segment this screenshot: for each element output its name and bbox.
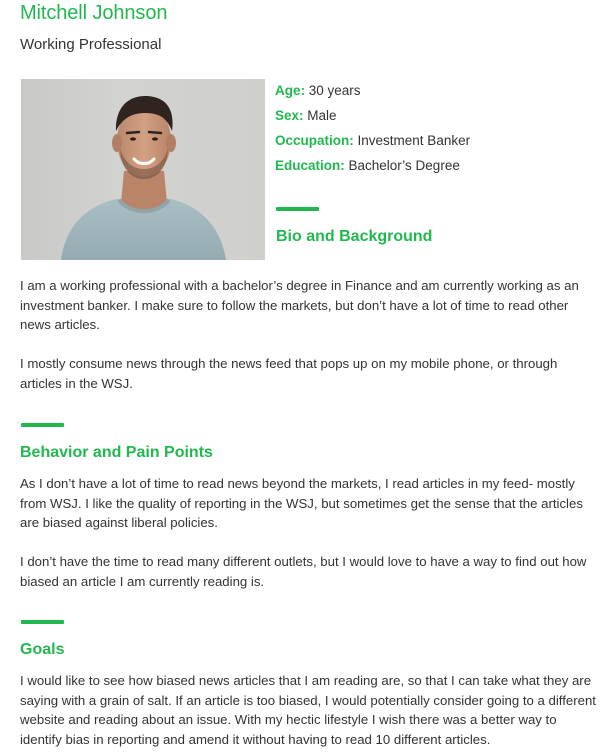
persona-facts: Age: 30 years Sex: Male Occupation: Inve… — [275, 78, 470, 178]
fact-label: Occupation: — [275, 133, 354, 148]
bio-paragraph-1: I am a working professional with a bache… — [20, 278, 579, 332]
persona-name: Mitchell Johnson — [20, 2, 168, 24]
goals-heading: Goals — [20, 641, 65, 658]
fact-label: Sex: — [275, 108, 304, 123]
fact-age: Age: 30 years — [275, 78, 470, 103]
fact-value: Investment Banker — [357, 133, 471, 148]
section-divider — [21, 423, 64, 427]
bio-heading: Bio and Background — [276, 228, 433, 245]
persona-subtitle: Working Professional — [20, 36, 162, 53]
portrait-illustration — [61, 95, 226, 260]
section-divider — [21, 620, 64, 624]
behavior-paragraph-1: As I don’t have a lot of time to read ne… — [20, 476, 583, 530]
fact-value: Male — [307, 108, 337, 123]
fact-value: 30 years — [308, 83, 361, 98]
goals-paragraph-1: I would like to see how biased news arti… — [20, 673, 596, 747]
persona-photo — [21, 79, 265, 260]
fact-value: Bachelor’s Degree — [348, 158, 460, 173]
section-divider — [276, 207, 319, 211]
behavior-heading: Behavior and Pain Points — [20, 444, 213, 461]
fact-education: Education: Bachelor’s Degree — [275, 153, 470, 178]
bio-paragraph-2: I mostly consume news through the news f… — [20, 356, 558, 391]
fact-sex: Sex: Male — [275, 103, 470, 128]
fact-label: Education: — [275, 158, 345, 173]
fact-occupation: Occupation: Investment Banker — [275, 128, 470, 153]
behavior-paragraph-2: I don’t have the time to read many diffe… — [20, 554, 587, 589]
fact-label: Age: — [275, 83, 305, 98]
